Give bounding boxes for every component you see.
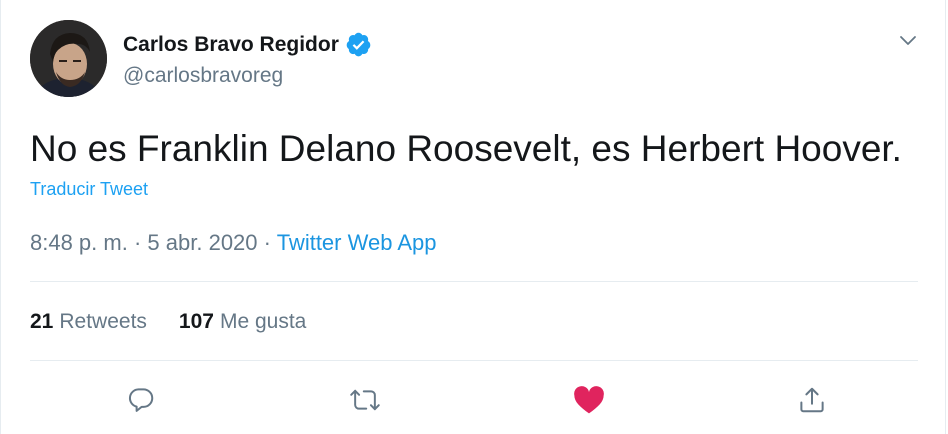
avatar[interactable]: [30, 20, 107, 97]
retweets-stat[interactable]: 21 Retweets: [30, 310, 147, 334]
display-name[interactable]: Carlos Bravo Regidor: [123, 33, 339, 57]
tweet-date[interactable]: 5 abr. 2020: [147, 230, 257, 255]
chevron-down-icon[interactable]: [897, 30, 919, 52]
likes-stat[interactable]: 107 Me gusta: [179, 310, 306, 334]
likes-count: 107: [178, 310, 214, 333]
tweet-metadata: 8:48 p. m. · 5 abr. 2020 · Twitter Web A…: [30, 230, 436, 256]
verified-badge-icon: [345, 31, 372, 58]
name-row: Carlos Bravo Regidor: [123, 31, 372, 58]
tweet-card: Carlos Bravo Regidor @carlosbravoreg No …: [0, 0, 946, 434]
share-icon[interactable]: [792, 380, 832, 420]
avatar-photo: [30, 20, 107, 97]
divider: [30, 360, 918, 361]
tweet-time[interactable]: 8:48 p. m.: [30, 230, 128, 255]
likes-label: Me gusta: [219, 310, 307, 333]
tweet-actions: [1, 380, 945, 420]
meta-separator: ·: [263, 230, 271, 255]
user-handle[interactable]: @carlosbravoreg: [123, 64, 283, 88]
retweets-count: 21: [30, 310, 54, 333]
tweet-stats: 21 Retweets 107 Me gusta: [30, 310, 338, 334]
tweet-source-link[interactable]: Twitter Web App: [277, 230, 437, 255]
meta-separator: ·: [133, 230, 142, 255]
reply-icon[interactable]: [121, 380, 161, 420]
retweets-label: Retweets: [59, 310, 147, 333]
heart-icon[interactable]: [569, 380, 609, 420]
translate-tweet-link[interactable]: Traducir Tweet: [30, 179, 148, 200]
retweet-icon[interactable]: [345, 380, 385, 420]
tweet-text: No es Franklin Delano Roosevelt, es Herb…: [30, 128, 902, 169]
divider: [30, 281, 918, 282]
